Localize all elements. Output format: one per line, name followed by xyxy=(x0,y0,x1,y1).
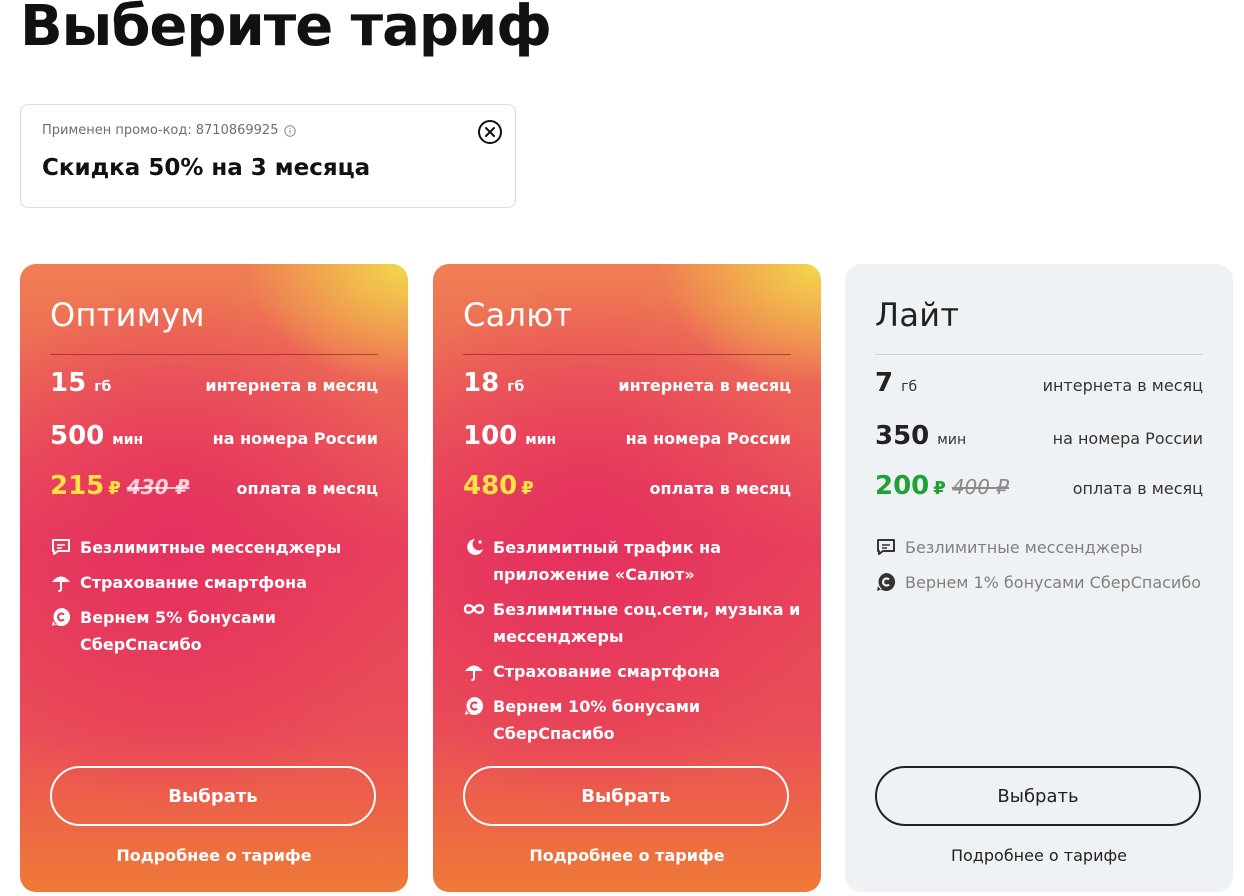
feature-text-line: мессенджеры xyxy=(493,627,624,646)
feature-item: Страхование смартфона xyxy=(50,569,398,596)
price-value: 215 xyxy=(50,471,105,501)
feature-item: Безлимитные мессенджеры xyxy=(875,534,1223,561)
price-row: 215 ₽430 ₽ оплата в месяц xyxy=(50,471,378,501)
old-price: 400 ₽ xyxy=(951,475,1010,499)
price-value: 480 xyxy=(463,471,518,501)
internet-desc: интернета в месяц xyxy=(205,376,378,395)
internet-desc: интернета в месяц xyxy=(1042,376,1203,395)
tariff-name: Салют xyxy=(463,296,573,334)
tariff-card-optimum: Оптимум 15 гб интернета в месяц 500 мин на… xyxy=(20,264,408,892)
internet-row: 15 гб интернета в месяц xyxy=(50,368,378,398)
tariff-details-link[interactable]: Подробнее о тарифе xyxy=(433,846,821,865)
minutes-value: 100 xyxy=(463,421,518,451)
price-value: 200 xyxy=(875,471,930,501)
price-currency: ₽ xyxy=(108,478,121,499)
feature-text: Вернем 1% бонусами СберСпасибо xyxy=(905,573,1201,592)
close-circle-icon[interactable] xyxy=(477,119,503,145)
divider xyxy=(50,354,378,355)
minutes-desc: на номера России xyxy=(1052,429,1203,448)
price-row: 480 ₽ оплата в месяц xyxy=(463,471,791,501)
sberspasibo-icon xyxy=(465,696,484,715)
feature-item: Безлимитные мессенджеры xyxy=(50,534,398,561)
infinity-icon xyxy=(463,604,485,614)
tariff-card-lite: Лайт 7 гб интернета в месяц 350 мин на ном… xyxy=(845,264,1233,892)
feature-text: Вернем 10% бонусами СберСпасибо xyxy=(493,697,701,743)
internet-value: 15 xyxy=(50,368,87,398)
feature-item: Безлимитный трафик на приложение «Салют» xyxy=(463,534,811,588)
minutes-row: 500 мин на номера России xyxy=(50,421,378,451)
minutes-row: 100 мин на номера России xyxy=(463,421,791,451)
sberspasibo-icon xyxy=(52,607,71,626)
old-price: 430 ₽ xyxy=(126,475,190,499)
minutes-value: 500 xyxy=(50,421,105,451)
feature-item: Вернем 1% бонусами СберСпасибо xyxy=(875,569,1223,596)
feature-text: Вернем 5% бонусами СберСпасибо xyxy=(80,608,277,654)
divider xyxy=(875,354,1203,355)
internet-unit: гб xyxy=(507,379,525,395)
internet-value: 7 xyxy=(875,368,894,398)
feature-text: Безлимитные мессенджеры xyxy=(905,538,1143,557)
feature-item: Страхование смартфона xyxy=(463,658,811,685)
chat-icon xyxy=(52,539,70,555)
salut-icon xyxy=(467,539,483,555)
feature-item: Вернем 5% бонусами СберСпасибо xyxy=(50,604,398,658)
minutes-unit: мин xyxy=(525,432,557,448)
tariff-name: Оптимум xyxy=(50,296,205,334)
feature-text: Безлимитные мессенджеры xyxy=(80,538,342,557)
promo-code: 8710869925 xyxy=(195,123,279,138)
select-button[interactable]: Выбрать xyxy=(463,766,789,826)
internet-row: 7 гб интернета в месяц xyxy=(875,368,1203,398)
tariff-card-salut: Салют 18 гб интернета в месяц 100 мин на н… xyxy=(433,264,821,892)
feature-text-line: приложение «Салют» xyxy=(493,565,695,584)
info-icon[interactable] xyxy=(284,124,297,137)
feature-item: Безлимитные соц.сети, музыка и мессенджер… xyxy=(463,596,811,650)
feature-text-line: Безлимитный трафик на xyxy=(493,538,722,557)
feature-item: Вернем 10% бонусами СберСпасибо xyxy=(463,693,811,747)
tariff-details-link[interactable]: Подробнее о тарифе xyxy=(845,846,1233,865)
tariff-name: Лайт xyxy=(875,296,960,334)
minutes-desc: на номера России xyxy=(625,429,791,448)
sberspasibo-icon xyxy=(877,572,896,591)
promo-code-card: Применен промо-код: 8710869925 Скидка 50… xyxy=(20,104,516,208)
internet-unit: гб xyxy=(94,379,112,395)
internet-value: 18 xyxy=(463,368,500,398)
minutes-value: 350 xyxy=(875,421,930,451)
feature-text: Страхование смартфона xyxy=(493,662,720,681)
chat-icon xyxy=(877,539,895,555)
umbrella-icon xyxy=(465,665,483,681)
price-desc: оплата в месяц xyxy=(1072,479,1203,498)
minutes-unit: мин xyxy=(112,432,144,448)
umbrella-icon xyxy=(52,576,70,592)
divider xyxy=(463,354,791,355)
feature-text: Безлимитный трафик на приложение «Салют» xyxy=(493,534,721,588)
price-row: 200 ₽400 ₽ оплата в месяц xyxy=(875,471,1203,501)
price-desc: оплата в месяц xyxy=(236,479,378,498)
select-button[interactable]: Выбрать xyxy=(875,766,1201,826)
feature-text: Безлимитные соц.сети, музыка и мессенджер… xyxy=(493,596,800,650)
price-currency: ₽ xyxy=(933,478,946,499)
promo-label: Применен промо-код: xyxy=(42,123,192,138)
promo-label-row: Применен промо-код: 8710869925 xyxy=(42,123,297,138)
features-list: Безлимитные мессенджеры Страхование смар… xyxy=(50,534,398,666)
features-list: Безлимитный трафик на приложение «Салют» … xyxy=(463,534,811,755)
minutes-desc: на номера России xyxy=(212,429,378,448)
page-title: Выберите тариф xyxy=(20,0,552,59)
promo-discount-title: Скидка 50% на 3 месяца xyxy=(42,155,371,181)
features-list: Безлимитные мессенджеры Вернем 1% бонуса… xyxy=(875,534,1223,604)
minutes-row: 350 мин на номера России xyxy=(875,421,1203,451)
price-desc: оплата в месяц xyxy=(649,479,791,498)
minutes-unit: мин xyxy=(937,432,967,448)
internet-unit: гб xyxy=(901,379,918,395)
select-button[interactable]: Выбрать xyxy=(50,766,376,826)
internet-row: 18 гб интернета в месяц xyxy=(463,368,791,398)
internet-desc: интернета в месяц xyxy=(618,376,791,395)
tariff-details-link[interactable]: Подробнее о тарифе xyxy=(20,846,408,865)
price-currency: ₽ xyxy=(521,478,534,499)
feature-text: Страхование смартфона xyxy=(80,573,307,592)
feature-text-line: Безлимитные соц.сети, музыка и xyxy=(493,600,801,619)
